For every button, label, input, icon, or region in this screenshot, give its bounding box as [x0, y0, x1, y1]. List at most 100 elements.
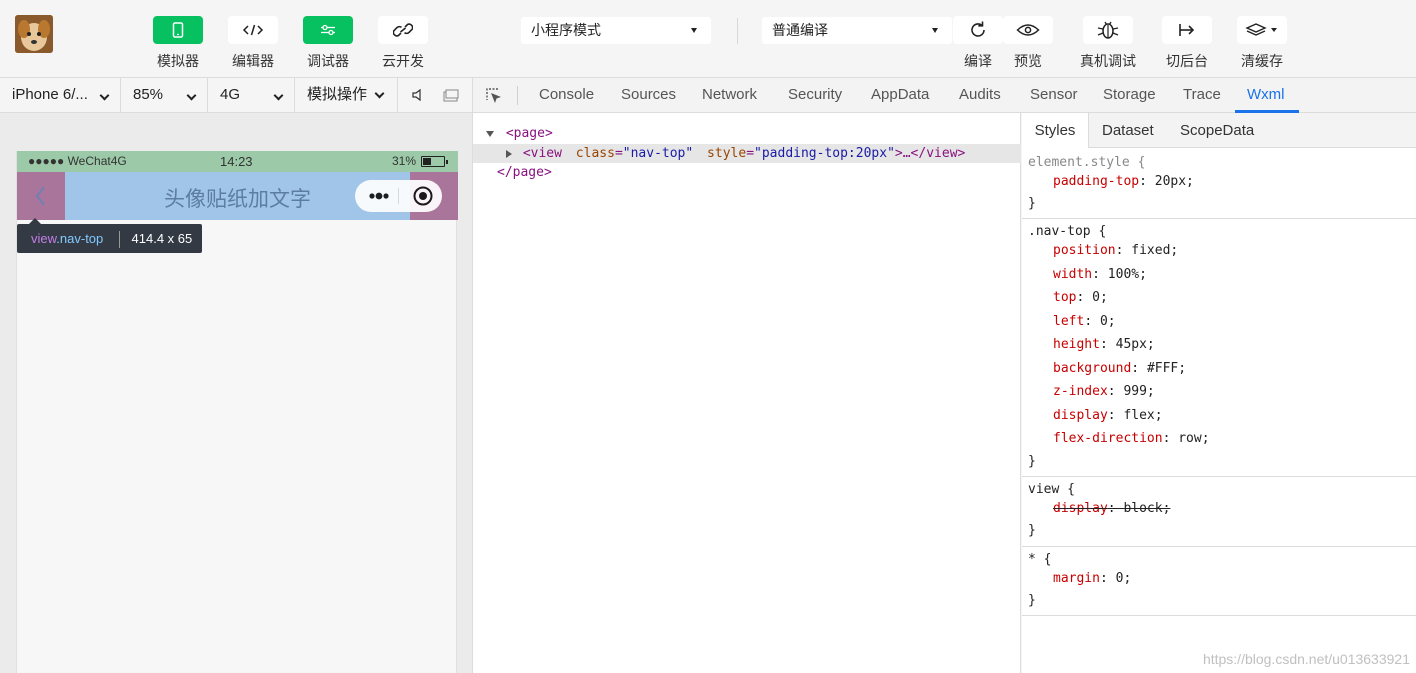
chevron-down-icon [374, 88, 385, 99]
tab-appdata[interactable]: AppData [871, 78, 929, 112]
status-battery-text: 31% [392, 154, 417, 168]
clear-cache-label: 清缓存 [1241, 53, 1283, 69]
tab-wxml[interactable]: Wxml [1235, 78, 1298, 113]
rule-selector: * { [1028, 552, 1052, 567]
nav-top-highlight[interactable]: 头像贴纸加文字 [17, 172, 458, 220]
action-device-debug[interactable]: 真机调试 [1080, 16, 1136, 71]
css-property[interactable]: width: 100%; [1053, 264, 1147, 286]
css-rule-universal: * { margin: 0; } [1022, 547, 1416, 616]
device-debug-label: 真机调试 [1080, 53, 1136, 69]
top-toolbar: 模拟器 编辑器 调试器 云开发 小程序模式 普通编译 编译 预览 真机调试 切后… [0, 0, 1416, 78]
chevron-down-icon [273, 90, 284, 101]
tab-storage[interactable]: Storage [1103, 78, 1156, 112]
device-bar: iPhone 6/... 85% 4G 模拟操作 [0, 78, 473, 113]
css-rule-nav-top: .nav-top { position: fixed; width: 100%;… [1022, 219, 1416, 477]
tab-console[interactable]: Console [539, 78, 594, 112]
tab-security[interactable]: Security [788, 78, 842, 112]
zoom-select[interactable]: 85% [121, 78, 208, 112]
tab-scopedata[interactable]: ScopeData [1180, 113, 1254, 148]
battery-icon [421, 156, 448, 167]
css-property[interactable]: display: flex; [1053, 405, 1163, 427]
volume-icon[interactable] [411, 88, 425, 107]
tree-node-page[interactable]: <page> [473, 124, 1021, 143]
preview-button[interactable] [1003, 16, 1053, 44]
css-property[interactable]: background: #FFF; [1053, 358, 1186, 380]
exit-icon [1179, 24, 1195, 36]
tool-editor[interactable]: 编辑器 [228, 16, 278, 71]
menu-capsule[interactable] [355, 180, 442, 212]
tool-debugger[interactable]: 调试器 [303, 16, 353, 71]
compile-select[interactable]: 普通编译 [762, 17, 952, 44]
device-debug-button[interactable] [1083, 16, 1133, 44]
css-property[interactable]: padding-top: 20px; [1053, 171, 1194, 193]
network-select-value: 4G [220, 86, 241, 103]
phone-icon [172, 22, 184, 38]
debugger-label: 调试器 [307, 53, 349, 69]
editor-button[interactable] [228, 16, 278, 44]
caret-down-icon [932, 28, 938, 33]
rule-close: } [1028, 593, 1036, 608]
tree-node-page-close: </page> [497, 165, 552, 180]
watermark-text: https://blog.csdn.net/u013633921 [1202, 651, 1410, 667]
simulate-ops-select[interactable]: 模拟操作 [295, 78, 398, 112]
css-property[interactable]: position: fixed; [1053, 240, 1178, 262]
tool-simulator[interactable]: 模拟器 [153, 16, 203, 71]
css-property[interactable]: height: 45px; [1053, 334, 1155, 356]
background-button[interactable] [1162, 16, 1212, 44]
editor-label: 编辑器 [232, 53, 274, 69]
collapse-triangle-icon[interactable] [506, 149, 512, 158]
inspect-element-icon[interactable] [485, 87, 503, 105]
tooltip-divider [118, 231, 120, 249]
tab-trace[interactable]: Trace [1183, 78, 1221, 112]
status-time: 14:23 [220, 154, 253, 169]
tab-sensor[interactable]: Sensor [1030, 78, 1078, 112]
simulator-area: ●●●●● WeChat4G 14:23 31% 头像贴纸加文字 view.na… [0, 113, 473, 673]
tooltip-size: 414.4 x 65 [131, 231, 193, 246]
cloud-link-icon [393, 23, 413, 37]
compile-button[interactable] [953, 16, 1003, 44]
css-property[interactable]: margin: 0; [1053, 568, 1131, 590]
rule-close: } [1028, 523, 1036, 538]
screenshot-icon[interactable] [443, 89, 459, 107]
zoom-select-value: 85% [133, 86, 164, 103]
css-property[interactable]: top: 0; [1053, 287, 1108, 309]
clear-cache-button[interactable] [1237, 16, 1287, 44]
tab-audits[interactable]: Audits [959, 78, 1001, 112]
action-clear-cache[interactable]: 清缓存 [1237, 16, 1287, 71]
user-avatar[interactable] [15, 15, 53, 53]
debugger-button[interactable] [303, 16, 353, 44]
css-property-overridden[interactable]: display: block; [1053, 498, 1170, 520]
layers-icon [1245, 23, 1277, 36]
device-select[interactable]: iPhone 6/... [0, 78, 121, 112]
css-property[interactable]: z-index: 999; [1053, 381, 1155, 403]
chevron-down-icon [99, 90, 110, 101]
tab-sources[interactable]: Sources [621, 78, 676, 112]
simulator-label: 模拟器 [157, 53, 199, 69]
cloud-button[interactable] [378, 16, 428, 44]
tab-styles[interactable]: Styles [1022, 113, 1089, 148]
styles-tabs: Styles Dataset ScopeData [1022, 113, 1416, 148]
mode-select[interactable]: 小程序模式 [521, 17, 711, 44]
action-preview[interactable]: 预览 [1003, 16, 1053, 71]
more-dots-icon [369, 192, 389, 200]
chevron-down-icon [186, 90, 197, 101]
action-background[interactable]: 切后台 [1162, 16, 1212, 71]
network-select[interactable]: 4G [208, 78, 295, 112]
css-property[interactable]: flex-direction: row; [1053, 428, 1210, 450]
compile-select-value: 普通编译 [772, 22, 828, 38]
tabs-divider [517, 86, 518, 105]
tooltip-class: .nav-top [56, 231, 104, 246]
eye-icon [1016, 24, 1040, 36]
tab-network[interactable]: Network [702, 78, 757, 112]
rule-close: } [1028, 454, 1036, 469]
tool-cloud[interactable]: 云开发 [378, 16, 428, 71]
sliders-icon [321, 24, 335, 36]
tab-dataset[interactable]: Dataset [1102, 113, 1154, 148]
simulator-button[interactable] [153, 16, 203, 44]
dog-avatar-image [15, 15, 53, 53]
refresh-icon [971, 21, 985, 37]
phone-screen[interactable]: ●●●●● WeChat4G 14:23 31% 头像贴纸加文字 view.na… [16, 151, 458, 673]
expand-triangle-icon[interactable] [486, 130, 494, 137]
tree-node-view[interactable]: <view class="nav-top" style="padding-top… [473, 144, 1021, 163]
css-property[interactable]: left: 0; [1053, 311, 1116, 333]
